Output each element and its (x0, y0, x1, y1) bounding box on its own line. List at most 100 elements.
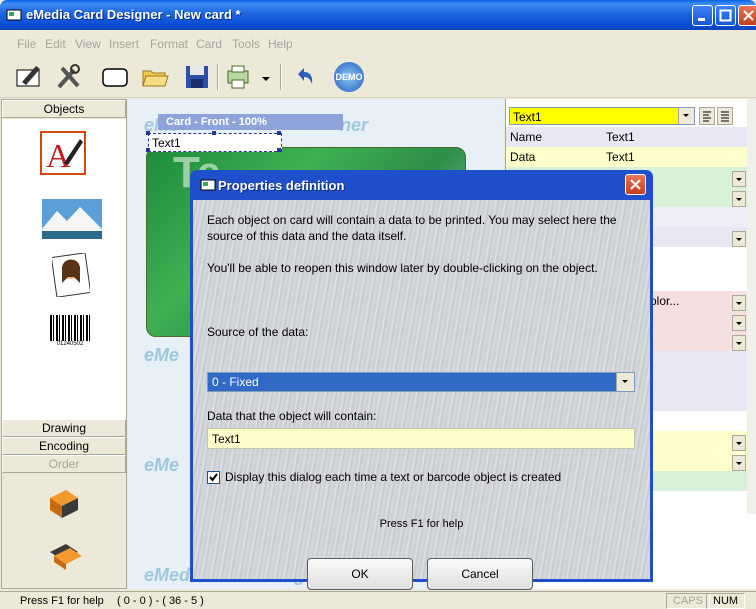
object-selector[interactable]: Text1 (509, 107, 695, 125)
cancel-button[interactable]: Cancel (427, 558, 533, 590)
property-dropdown-button[interactable] (732, 295, 746, 311)
minimize-icon (698, 18, 705, 21)
status-bar: Press F1 for help ( 0 - 0 ) - ( 36 - 5 )… (0, 591, 756, 609)
property-key: Name (510, 130, 543, 144)
photo-icon[interactable] (52, 253, 90, 297)
demo-label: DEMO (335, 72, 363, 82)
source-select[interactable]: 0 - Fixed (207, 372, 635, 392)
property-row-data[interactable]: Data Text1 (506, 147, 753, 167)
tools-icon[interactable] (54, 62, 84, 92)
property-value: Text1 (606, 150, 635, 164)
status-caps: CAPS (666, 593, 710, 609)
canvas-watermark-mid: eMe (144, 345, 180, 365)
window-title: eMedia Card Designer - New card * (26, 7, 241, 22)
maximize-button[interactable] (715, 5, 736, 26)
property-dropdown-button[interactable] (732, 191, 746, 207)
property-value: Text1 (606, 130, 635, 144)
data-input[interactable] (207, 428, 635, 449)
menu-format[interactable]: Format (150, 37, 188, 51)
status-num: NUM (706, 593, 746, 609)
chevron-down-icon (736, 322, 742, 325)
objects-list: A 01240502 (2, 119, 126, 419)
property-dropdown-button[interactable] (732, 171, 746, 187)
resize-handle[interactable] (277, 131, 281, 135)
demo-icon[interactable]: DEMO (334, 62, 364, 92)
chevron-down-icon (736, 342, 742, 345)
property-row-name[interactable]: Name Text1 (506, 127, 753, 147)
property-dropdown-button[interactable] (732, 315, 746, 331)
bring-forward-icon[interactable] (46, 488, 86, 522)
new-card-icon[interactable] (100, 62, 130, 92)
toolbar-separator (280, 64, 282, 90)
property-dropdown-button[interactable] (732, 231, 746, 247)
save-icon[interactable] (182, 62, 212, 92)
print-icon[interactable] (224, 62, 254, 92)
card-side-label: Card - Front - 100% (158, 114, 343, 130)
chevron-down-icon (736, 302, 742, 305)
menu-edit[interactable]: Edit (45, 37, 66, 51)
text-object-button[interactable]: A (40, 131, 86, 175)
toolbar-separator (217, 64, 219, 90)
tab-drawing[interactable]: Drawing (2, 419, 126, 437)
chevron-down-icon (736, 178, 742, 181)
source-label: Source of the data: (207, 325, 309, 339)
maximize-icon (719, 9, 732, 22)
tab-order[interactable]: Order (2, 455, 126, 473)
tab-encoding[interactable]: Encoding (2, 437, 126, 455)
dialog-close-button[interactable] (625, 174, 646, 195)
property-dropdown-button[interactable] (732, 435, 746, 451)
object-selector-dropdown[interactable] (678, 108, 694, 124)
canvas-watermark-low: eMe (144, 455, 180, 475)
chevron-down-icon (736, 442, 742, 445)
resize-handle[interactable] (146, 131, 150, 135)
dialog-reopen-hint: You'll be able to reopen this window lat… (207, 261, 598, 275)
source-select-dropdown[interactable] (616, 373, 634, 391)
object-selector-value: Text1 (513, 110, 542, 124)
object-palette: Objects A 01240502 Drawing Encoding Orde… (1, 99, 127, 589)
properties-scrollbar[interactable] (747, 99, 756, 514)
checkmark-icon (209, 473, 218, 482)
property-dropdown-button[interactable] (732, 335, 746, 351)
menu-help[interactable]: Help (268, 37, 293, 51)
print-dropdown-icon[interactable] (260, 62, 272, 92)
data-label: Data that the object will contain: (207, 409, 377, 423)
card-wizard-icon[interactable] (14, 62, 44, 92)
undo-icon[interactable] (290, 62, 320, 92)
close-button[interactable] (738, 5, 756, 26)
status-help: Press F1 for help (20, 595, 104, 607)
close-icon (743, 10, 754, 21)
property-partial-value: olor... (650, 294, 680, 308)
menu-tools[interactable]: Tools (232, 37, 260, 51)
align-left-button[interactable] (699, 107, 715, 125)
align-justify-icon (721, 111, 729, 122)
minimize-button[interactable] (692, 5, 713, 26)
ok-button[interactable]: OK (307, 558, 413, 590)
menu-view[interactable]: View (75, 37, 101, 51)
text-object-selection[interactable]: Text1 (146, 131, 282, 152)
barcode-digits: 01240502 (50, 341, 90, 347)
dialog-help-text: Press F1 for help (379, 518, 464, 530)
image-icon[interactable] (42, 199, 102, 239)
barcode-icon[interactable]: 01240502 (50, 315, 90, 347)
tab-objects[interactable]: Objects (2, 100, 126, 118)
text-icon: A (46, 138, 83, 175)
align-justify-button[interactable] (717, 107, 733, 125)
menu-card[interactable]: Card (196, 37, 222, 51)
resize-handle[interactable] (277, 148, 281, 152)
dialog-body: Each object on card will contain a data … (193, 200, 650, 590)
window-titlebar[interactable]: eMedia Card Designer - New card * (0, 0, 756, 30)
svg-text:A: A (46, 138, 71, 173)
send-backward-icon[interactable] (46, 538, 86, 572)
resize-handle[interactable] (146, 148, 150, 152)
source-select-value: 0 - Fixed (212, 375, 259, 389)
chevron-down-icon (736, 198, 742, 201)
menu-file[interactable]: File (17, 37, 36, 51)
show-dialog-checkbox[interactable] (207, 471, 220, 484)
property-dropdown-button[interactable] (732, 455, 746, 471)
properties-dialog: Properties definition Each object on car… (190, 170, 653, 590)
menu-insert[interactable]: Insert (109, 37, 139, 51)
open-folder-icon[interactable] (140, 62, 170, 92)
resize-handle[interactable] (212, 131, 216, 135)
dialog-titlebar[interactable]: Properties definition (193, 170, 650, 200)
app-icon (6, 9, 22, 21)
